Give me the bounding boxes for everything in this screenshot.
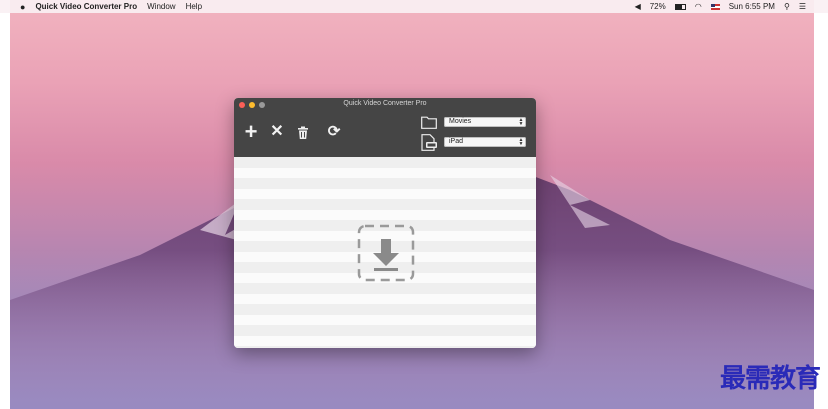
input-source-flag-icon[interactable] [710,3,720,10]
add-button[interactable]: + [242,119,260,144]
menu-window[interactable]: Window [147,2,175,11]
chevron-updown-icon: ▲ ▼ [518,137,524,147]
refresh-icon: ⟳ [327,123,341,140]
plus-icon: + [244,119,258,144]
trash-icon [298,126,308,139]
window-title: Quick Video Converter Pro [343,100,427,107]
menu-bar: ● Quick Video Converter Pro Window Help … [0,0,828,13]
spotlight-search-icon[interactable]: ⚲ [784,2,790,11]
close-icon: ✕ [270,123,284,140]
window-titlebar[interactable]: Quick Video Converter Pro + ✕ ⟳ Movies ▲… [234,98,536,157]
remove-button[interactable]: ✕ [269,122,285,142]
notification-center-icon[interactable]: ☰ [799,2,806,11]
menu-clock[interactable]: Sun 6:55 PM [729,2,775,11]
apple-logo-icon[interactable]: ● [20,2,25,12]
download-arrow-icon[interactable] [357,224,415,282]
watermark-logo: 最需教育 [719,364,821,394]
convert-button[interactable]: ⟳ [324,122,344,142]
chevron-updown-icon: ▲ ▼ [518,117,524,127]
file-list[interactable] [234,157,536,348]
speaker-icon[interactable]: ◀ [635,2,641,11]
output-device-select[interactable]: iPad ▲ ▼ [444,137,526,147]
trash-button[interactable] [296,122,310,142]
app-window: Quick Video Converter Pro + ✕ ⟳ Movies ▲… [234,98,536,348]
folder-icon[interactable] [421,116,437,129]
menu-help[interactable]: Help [186,2,202,11]
battery-icon[interactable] [674,3,686,10]
output-device-value: iPad [449,138,464,145]
output-folder-value: Movies [449,118,472,125]
document-icon[interactable] [420,134,438,151]
menu-app-name[interactable]: Quick Video Converter Pro [35,2,137,11]
wifi-icon[interactable]: ◠ [695,2,702,11]
battery-percent: 72% [649,2,666,11]
output-folder-select[interactable]: Movies ▲ ▼ [444,117,526,127]
